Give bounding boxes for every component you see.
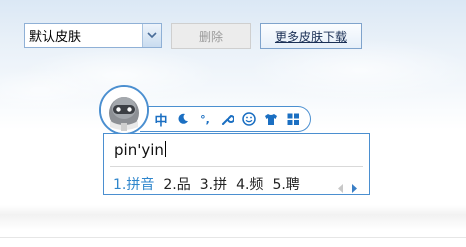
toolbox-grid-icon[interactable] — [284, 110, 302, 128]
candidate-pager — [338, 178, 357, 197]
ime-toolbar: 中 °, — [140, 106, 311, 132]
composition-text: pin'yin — [114, 141, 164, 159]
bottom-divider — [0, 237, 466, 238]
half-width-moon-icon[interactable] — [174, 110, 192, 128]
chinese-mode-icon[interactable]: 中 — [152, 110, 170, 129]
page-next-icon[interactable] — [351, 178, 357, 197]
skin-select-value: 默认皮肤 — [29, 30, 82, 45]
skin-shirt-icon[interactable] — [262, 110, 280, 128]
candidate-item[interactable]: 5.聘 — [272, 174, 299, 194]
chevron-down-icon[interactable] — [142, 24, 161, 47]
ime-candidate-window: pin'yin 1.拼音 2.品 3.拼 4.频 5.聘 — [103, 133, 370, 195]
divider — [110, 166, 363, 167]
delete-button[interactable]: 删除 — [171, 23, 251, 49]
wrench-icon[interactable] — [218, 110, 236, 128]
skin-select-dropdown[interactable]: 默认皮肤 — [24, 23, 162, 48]
candidate-list: 1.拼音 2.品 3.拼 4.频 5.聘 — [113, 174, 309, 194]
composition-line: pin'yin — [114, 141, 166, 159]
punctuation-icon[interactable]: °, — [196, 110, 214, 128]
emoji-smiley-icon[interactable] — [240, 110, 258, 128]
more-skins-download-button[interactable]: 更多皮肤下载 — [260, 23, 362, 49]
candidate-item[interactable]: 3.拼 — [200, 174, 227, 194]
sky-background — [0, 0, 466, 110]
candidate-item[interactable]: 1.拼音 — [113, 174, 154, 194]
candidate-item[interactable]: 2.品 — [163, 174, 190, 194]
page-prev-icon[interactable] — [338, 178, 344, 197]
text-caret — [164, 141, 166, 157]
candidate-item[interactable]: 4.频 — [236, 174, 263, 194]
ime-mascot-avatar — [99, 85, 149, 135]
